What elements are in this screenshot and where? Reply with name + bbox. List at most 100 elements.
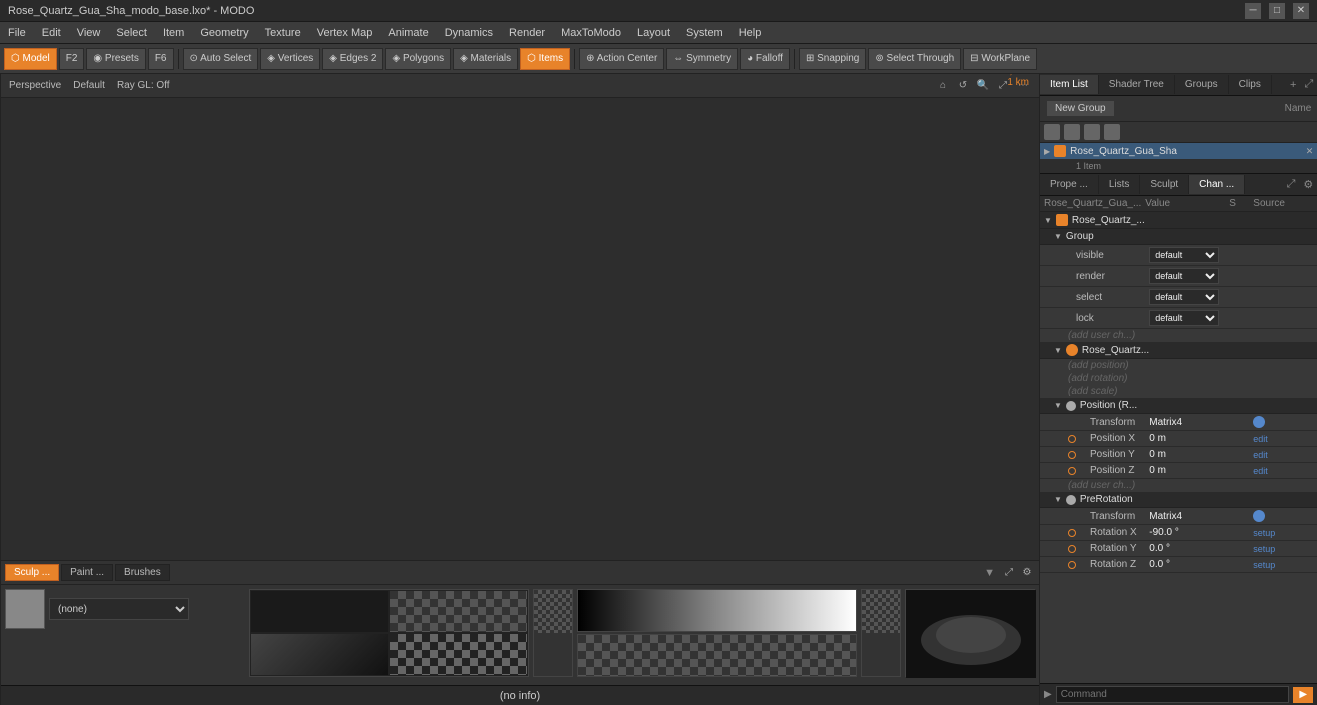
actioncenter-button[interactable]: ⊕ Action Center	[579, 48, 664, 70]
item-close-btn[interactable]: ✕	[1306, 146, 1314, 157]
pos-x-edit[interactable]: edit	[1253, 434, 1313, 444]
autoselect-button[interactable]: ⊙ Auto Select	[183, 48, 259, 70]
menu-item[interactable]: Item	[155, 22, 192, 43]
selectthrough-button[interactable]: ⊚ Select Through	[868, 48, 961, 70]
brush-side2-top[interactable]	[862, 590, 900, 633]
add-user-ch-1[interactable]: (add user ch...)	[1040, 329, 1317, 342]
pos-y-edit[interactable]: edit	[1253, 450, 1313, 460]
tab-sculpt-prop[interactable]: Sculpt	[1140, 175, 1189, 194]
menu-texture[interactable]: Texture	[257, 22, 309, 43]
falloff-button[interactable]: ◕ Falloff	[740, 48, 790, 70]
mode-f6-button[interactable]: F6	[148, 48, 174, 70]
prop-visible-select[interactable]: default	[1149, 247, 1219, 263]
brush-side2-bottom[interactable]	[862, 633, 900, 676]
menu-geometry[interactable]: Geometry	[192, 22, 256, 43]
rot-x-setup[interactable]: setup	[1253, 528, 1313, 538]
props-gear-btn[interactable]: ⚙	[1299, 174, 1317, 195]
workplane-button[interactable]: ⊟ WorkPlane	[963, 48, 1037, 70]
color-preview[interactable]	[5, 589, 45, 629]
menu-dynamics[interactable]: Dynamics	[437, 22, 501, 43]
viewport-render-label[interactable]: Ray GL: Off	[117, 80, 170, 91]
items-icon-lock[interactable]	[1084, 124, 1100, 140]
viewport-perspective-label[interactable]: Perspective	[9, 80, 61, 91]
brush-cell-2[interactable]	[389, 590, 528, 633]
mode-presets-button[interactable]: ◉ Presets	[86, 48, 145, 70]
props-expand-btn[interactable]: ⤢	[1283, 174, 1300, 195]
section-prerotation[interactable]: ▼ PreRotation	[1040, 492, 1317, 508]
add-position[interactable]: (add position)	[1040, 359, 1317, 372]
snapping-button[interactable]: ⊞ Snapping	[799, 48, 866, 70]
tab-paint[interactable]: Paint ...	[61, 564, 113, 581]
menu-edit[interactable]: Edit	[34, 22, 69, 43]
tab-properties[interactable]: Prope ...	[1040, 175, 1099, 194]
items-icon-render[interactable]	[1064, 124, 1080, 140]
menu-file[interactable]: File	[0, 22, 34, 43]
polygons-button[interactable]: ◈ Polygons	[385, 48, 451, 70]
command-expand-btn[interactable]: ▶	[1044, 689, 1052, 700]
viewport-home-btn[interactable]: ⌂	[935, 78, 951, 94]
menu-render[interactable]: Render	[501, 22, 553, 43]
viewport-mode-label[interactable]: Default	[73, 80, 105, 91]
add-user-ch-2[interactable]: (add user ch...)	[1040, 479, 1317, 492]
mode-model-button[interactable]: ⬡ Model	[4, 48, 57, 70]
brush-side-top[interactable]	[534, 590, 572, 633]
add-rotation[interactable]: (add rotation)	[1040, 372, 1317, 385]
expand-panel-btn[interactable]: ⤢	[1300, 74, 1317, 95]
prop-render-select[interactable]: default	[1149, 268, 1219, 284]
panel-expand-btn[interactable]: ⤢	[1001, 565, 1017, 581]
dropdown-arrow[interactable]: ▼	[980, 567, 999, 579]
brush-cell-1[interactable]	[250, 590, 389, 633]
close-button[interactable]: ✕	[1293, 3, 1309, 19]
prop-lock-select[interactable]: default	[1149, 310, 1219, 326]
add-tab-btn[interactable]: +	[1286, 75, 1300, 95]
menu-view[interactable]: View	[69, 22, 109, 43]
brush-cell-4[interactable]	[389, 633, 528, 676]
menu-help[interactable]: Help	[731, 22, 770, 43]
checker-bar[interactable]	[577, 634, 857, 677]
items-icon-settings[interactable]	[1104, 124, 1120, 140]
tab-sculpt[interactable]: Sculp ...	[5, 564, 59, 581]
items-icon-eye[interactable]	[1044, 124, 1060, 140]
menu-maxtomodo[interactable]: MaxToModo	[553, 22, 629, 43]
panel-gear-btn[interactable]: ⚙	[1019, 565, 1035, 581]
maximize-button[interactable]: □	[1269, 3, 1285, 19]
add-scale[interactable]: (add scale)	[1040, 385, 1317, 398]
tab-channels[interactable]: Chan ...	[1189, 175, 1245, 194]
menu-system[interactable]: System	[678, 22, 731, 43]
tab-groups[interactable]: Groups	[1175, 75, 1229, 94]
section-position[interactable]: ▼ Position (R...	[1040, 398, 1317, 414]
pos-z-edit[interactable]: edit	[1253, 466, 1313, 476]
item-count-row[interactable]: 1 Item	[1040, 159, 1317, 173]
menu-vertexmap[interactable]: Vertex Map	[309, 22, 381, 43]
tab-brushes[interactable]: Brushes	[115, 564, 170, 581]
brush-cell-3[interactable]	[250, 633, 389, 676]
section-group[interactable]: ▼ Group	[1040, 229, 1317, 245]
vertices-button[interactable]: ◈ Vertices	[260, 48, 320, 70]
prop-select-select[interactable]: default	[1149, 289, 1219, 305]
gradient-bar[interactable]	[577, 589, 857, 632]
brush-side-bottom[interactable]	[534, 633, 572, 676]
rot-y-setup[interactable]: setup	[1253, 544, 1313, 554]
titlebar-controls[interactable]: ─ □ ✕	[1245, 3, 1309, 19]
menu-layout[interactable]: Layout	[629, 22, 678, 43]
tab-clips[interactable]: Clips	[1229, 75, 1272, 94]
viewport[interactable]: Perspective Default Ray GL: Off ⌂ ↺ 🔍 ⤢ …	[1, 74, 1039, 560]
menu-animate[interactable]: Animate	[380, 22, 436, 43]
menu-select[interactable]: Select	[108, 22, 155, 43]
command-input[interactable]	[1056, 686, 1290, 703]
tab-itemlist[interactable]: Item List	[1040, 75, 1099, 94]
edges-button[interactable]: ◈ Edges 2	[322, 48, 383, 70]
command-execute-btn[interactable]: ▶	[1293, 687, 1313, 703]
minimize-button[interactable]: ─	[1245, 3, 1261, 19]
none-select[interactable]: (none)	[49, 598, 189, 620]
new-group-btn[interactable]: New Group	[1046, 100, 1115, 117]
items-button[interactable]: ⬡ Items	[520, 48, 570, 70]
rot-z-setup[interactable]: setup	[1253, 560, 1313, 570]
tab-shadertree[interactable]: Shader Tree	[1099, 75, 1175, 94]
materials-button[interactable]: ◈ Materials	[453, 48, 518, 70]
symmetry-button[interactable]: ⇔ Symmetry	[666, 48, 738, 70]
tab-lists[interactable]: Lists	[1099, 175, 1141, 194]
mode-f2-button[interactable]: F2	[59, 48, 85, 70]
section-rose-item[interactable]: ▼ Rose_Quartz...	[1040, 342, 1317, 359]
item-rose-quartz[interactable]: ▶ Rose_Quartz_Gua_Sha ✕	[1040, 143, 1317, 159]
